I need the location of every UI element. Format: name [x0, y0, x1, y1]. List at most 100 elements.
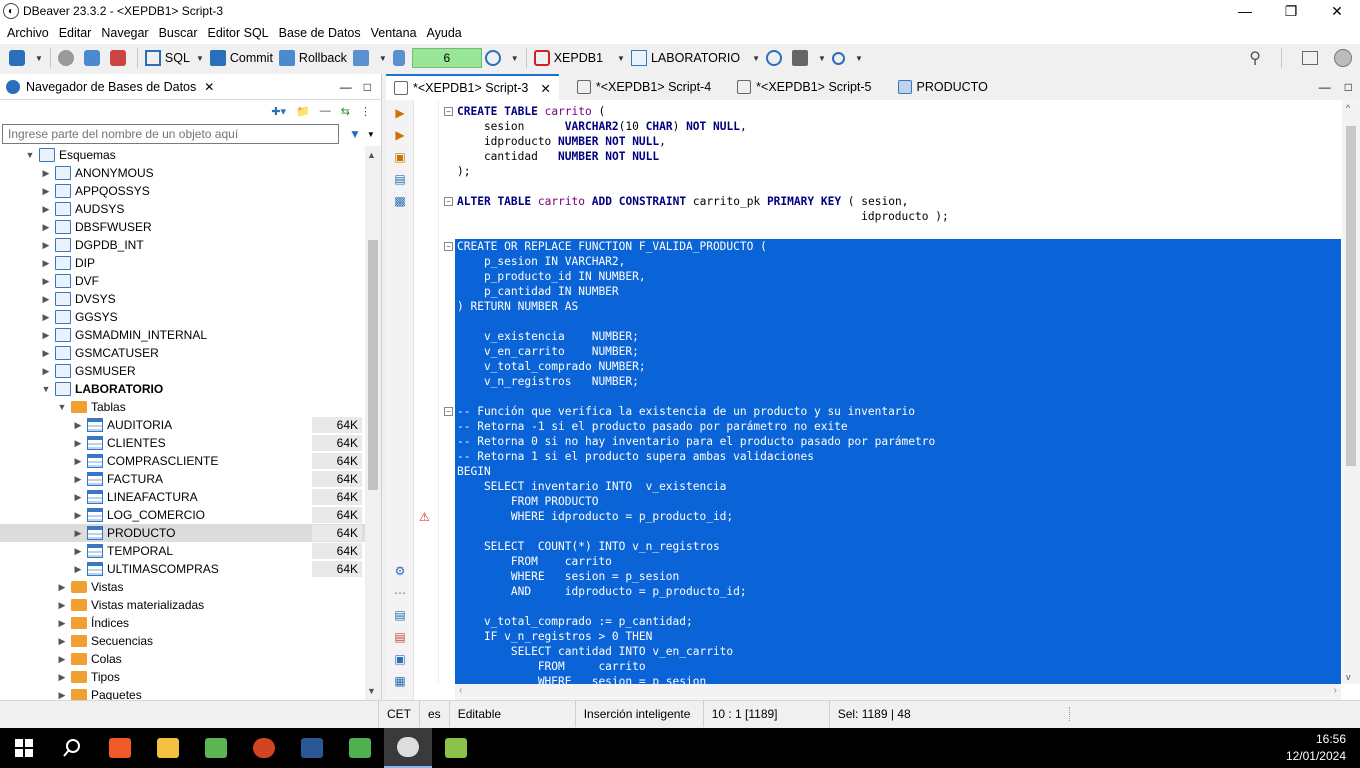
collapsed-arrow-icon[interactable]: ▶ — [40, 294, 52, 305]
close-button[interactable]: ✕ — [1314, 0, 1360, 22]
new-connection-button[interactable]: ▼ — [6, 46, 46, 70]
maximize-button[interactable]: ❐ — [1268, 0, 1314, 22]
tree-item-dbsfwuser[interactable]: ▶ DBSFWUSER — [0, 218, 366, 236]
collapsed-arrow-icon[interactable]: ▶ — [40, 168, 52, 179]
tree-item-gsmcatuser[interactable]: ▶ GSMCATUSER — [0, 344, 366, 362]
fold-toggle-icon[interactable]: − — [444, 242, 453, 251]
disconnect-button[interactable] — [107, 46, 133, 70]
taskbar-media-app[interactable] — [432, 728, 480, 768]
menu-item-navegar[interactable]: Navegar — [96, 26, 153, 40]
expanded-arrow-icon[interactable]: ▼ — [40, 384, 52, 394]
collapsed-arrow-icon[interactable]: ▶ — [40, 330, 52, 341]
collapsed-arrow-icon[interactable]: ▶ — [72, 474, 84, 485]
menu-item-buscar[interactable]: Buscar — [154, 26, 203, 40]
tree-item-factura[interactable]: ▶ FACTURA 64K — [0, 470, 366, 488]
schema-selector[interactable]: LABORATORIO ▼ — [628, 46, 763, 70]
tree-item-audsys[interactable]: ▶ AUDSYS — [0, 200, 366, 218]
collapsed-arrow-icon[interactable]: ▶ — [40, 186, 52, 197]
navigator-scrollbar[interactable]: ▲ ▼ — [365, 146, 381, 700]
tree-item-temporal[interactable]: ▶ TEMPORAL 64K — [0, 542, 366, 560]
execute-script-icon[interactable]: ▣ — [393, 150, 407, 164]
warning-icon[interactable]: ⚠ — [419, 510, 430, 524]
collapsed-arrow-icon[interactable]: ▶ — [40, 312, 52, 323]
expanded-arrow-icon[interactable]: ▼ — [56, 402, 68, 412]
tree-item-ultimascompras[interactable]: ▶ ULTIMASCOMPRAS 64K — [0, 560, 366, 578]
tree-item-laboratorio[interactable]: ▼ LABORATORIO — [0, 380, 366, 398]
editor-tab-1[interactable]: *<XEPDB1> Script-4 — [569, 74, 719, 100]
taskbar-file-explorer[interactable] — [144, 728, 192, 768]
tree-item-gsmadmin-internal[interactable]: ▶ GSMADMIN_INTERNAL — [0, 326, 366, 344]
perspective-icon[interactable] — [1302, 51, 1318, 65]
close-tab-icon[interactable]: ✕ — [540, 81, 550, 96]
sql-editor-button[interactable]: SQL ▼ — [142, 46, 207, 70]
editor-tab-3[interactable]: PRODUCTO — [890, 74, 996, 100]
editor-horizontal-scrollbar[interactable]: ‹ › — [455, 684, 1341, 700]
lock-icon[interactable] — [390, 46, 412, 70]
collapsed-arrow-icon[interactable]: ▶ — [72, 546, 84, 557]
editor-tab-2[interactable]: *<XEPDB1> Script-5 — [729, 74, 879, 100]
fold-toggle-icon[interactable]: − — [444, 107, 453, 116]
collapsed-arrow-icon[interactable]: ▶ — [72, 456, 84, 467]
tree-item-lineafactura[interactable]: ▶ LINEAFACTURA 64K — [0, 488, 366, 506]
collapsed-arrow-icon[interactable]: ▶ — [40, 276, 52, 287]
tools-button[interactable]: ▼ — [789, 46, 829, 70]
collapse-all-icon[interactable]: — — [320, 105, 331, 117]
minimize-button[interactable]: — — [1222, 0, 1268, 22]
collapsed-arrow-icon[interactable]: ▶ — [56, 618, 68, 629]
tree-item-secuencias[interactable]: ▶ Secuencias — [0, 632, 366, 650]
tree-item-colas[interactable]: ▶ Colas — [0, 650, 366, 668]
tree-item-log-comercio[interactable]: ▶ LOG_COMERCIO 64K — [0, 506, 366, 524]
search-button[interactable]: ▼ — [829, 46, 866, 70]
maximize-editor-icon[interactable]: □ — [1345, 80, 1352, 94]
rollback-button[interactable]: Rollback — [276, 46, 350, 70]
outline-icon[interactable]: ▦ — [393, 674, 407, 688]
tree-item-tipos[interactable]: ▶ Tipos — [0, 668, 366, 686]
export-icon[interactable]: ▤ — [393, 608, 407, 622]
maximize-panel-icon[interactable]: □ — [364, 80, 371, 94]
tree-item-esquemas[interactable]: ▼ Esquemas — [0, 146, 366, 164]
collapsed-arrow-icon[interactable]: ▶ — [72, 510, 84, 521]
tree-item-dgpdb-int[interactable]: ▶ DGPDB_INT — [0, 236, 366, 254]
connect-button[interactable] — [55, 46, 81, 70]
new-folder-icon[interactable]: 📁 — [296, 105, 310, 118]
filter-icon[interactable]: ▼ — [349, 127, 361, 141]
collapsed-arrow-icon[interactable]: ▶ — [72, 528, 84, 539]
collapsed-arrow-icon[interactable]: ▶ — [72, 492, 84, 503]
new-connection-icon[interactable]: ✚▾ — [271, 105, 286, 118]
tree-item-ggsys[interactable]: ▶ GGSYS — [0, 308, 366, 326]
taskbar-notepad[interactable] — [192, 728, 240, 768]
collapsed-arrow-icon[interactable]: ▶ — [40, 240, 52, 251]
minimize-editor-icon[interactable]: — — [1319, 80, 1331, 94]
editor-vertical-scrollbar[interactable]: ^ v — [1342, 100, 1360, 684]
execute-new-tab-icon[interactable]: ▶ — [393, 128, 407, 142]
filter-options-icon[interactable]: ▼ — [367, 130, 375, 139]
connection-selector[interactable]: XEPDB1 ▼ — [531, 46, 628, 70]
system-clock[interactable]: 16:56 12/01/2024 — [1286, 731, 1346, 765]
taskbar-network-app[interactable] — [336, 728, 384, 768]
collapsed-arrow-icon[interactable]: ▶ — [40, 222, 52, 233]
pending-transactions-counter[interactable]: 6 — [411, 48, 482, 68]
link-editor-icon[interactable]: ⇆ — [341, 105, 350, 118]
collapsed-arrow-icon[interactable]: ▶ — [56, 672, 68, 683]
collapsed-arrow-icon[interactable]: ▶ — [72, 564, 84, 575]
tree-item-auditoria[interactable]: ▶ AUDITORIA 64K — [0, 416, 366, 434]
settings-gear-icon[interactable]: ⚙ — [393, 564, 407, 578]
menu-item-base-de-datos[interactable]: Base de Datos — [274, 26, 366, 40]
import-icon[interactable]: ▤ — [393, 630, 407, 644]
menu-item-archivo[interactable]: Archivo — [2, 26, 54, 40]
tree-item-dvsys[interactable]: ▶ DVSYS — [0, 290, 366, 308]
code-area[interactable]: CREATE TABLE carrito ( sesion VARCHAR2(1… — [455, 100, 1341, 684]
minimize-panel-icon[interactable]: — — [340, 80, 352, 94]
tree-item-vistas-materializadas[interactable]: ▶ Vistas materializadas — [0, 596, 366, 614]
tree-item-appqossys[interactable]: ▶ APPQOSSYS — [0, 182, 366, 200]
tree-item-anonymous[interactable]: ▶ ANONYMOUS — [0, 164, 366, 182]
collapsed-arrow-icon[interactable]: ▶ — [56, 654, 68, 665]
menu-item-editar[interactable]: Editar — [54, 26, 97, 40]
format-icon[interactable]: ▣ — [393, 652, 407, 666]
dbeaver-perspective-icon[interactable] — [1334, 49, 1352, 67]
menu-item-editor-sql[interactable]: Editor SQL — [203, 26, 274, 40]
collapsed-arrow-icon[interactable]: ▶ — [56, 636, 68, 647]
more-icon[interactable]: ⋯ — [393, 586, 407, 600]
menu-item-ayuda[interactable]: Ayuda — [422, 26, 467, 40]
collapsed-arrow-icon[interactable]: ▶ — [56, 600, 68, 611]
